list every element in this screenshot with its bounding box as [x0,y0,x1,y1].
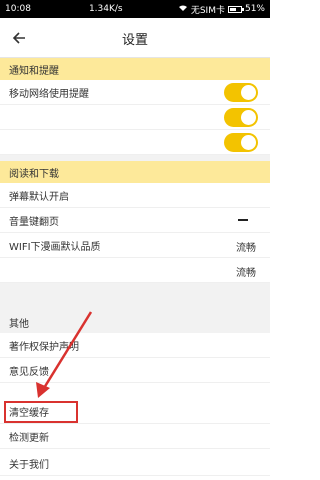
annotation-arrow-icon [36,311,93,398]
